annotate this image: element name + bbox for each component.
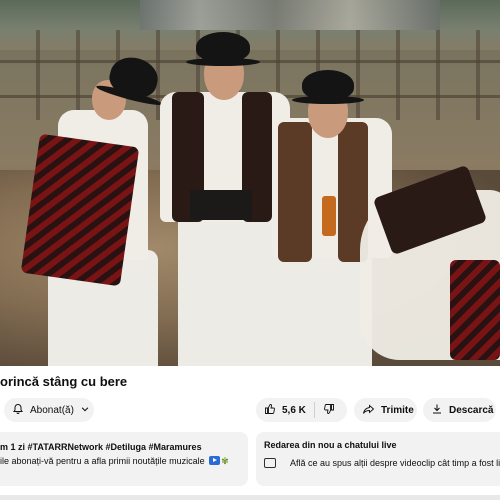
description-text-line: ile abonați-vă pentru a afla primii nout…	[0, 454, 242, 468]
description-box[interactable]: m 1 zi #TATARRNetwork #Detiluga #Maramur…	[0, 432, 248, 486]
live-chat-replay-box[interactable]: Redarea din nou a chatului live Află ce …	[256, 432, 500, 486]
like-dislike-group: 5,6 K	[256, 398, 347, 422]
video-background-houses	[140, 0, 440, 30]
chat-replay-text: Află ce au spus alții despre videoclip c…	[290, 458, 500, 468]
beer-bottle	[322, 196, 336, 236]
upload-date: m 1 zi	[0, 442, 26, 452]
hashtags[interactable]: #TATARRNetwork #Detiluga #Maramures	[28, 442, 202, 452]
share-label: Trimite	[381, 404, 414, 416]
thumbs-up-icon[interactable]	[264, 403, 276, 417]
chat-bubble-icon	[264, 458, 276, 468]
bottom-divider	[0, 495, 500, 500]
video-player[interactable]	[0, 0, 500, 366]
chevron-down-icon	[80, 404, 90, 416]
description-text: ile abonați-vă pentru a afla primii nout…	[0, 456, 205, 466]
bell-icon	[12, 403, 24, 417]
download-button[interactable]: Descarcă	[423, 398, 496, 422]
thumbs-down-icon[interactable]	[323, 403, 335, 417]
chat-replay-title: Redarea din nou a chatului live	[264, 440, 397, 450]
like-count[interactable]: 5,6 K	[282, 405, 306, 416]
share-arrow-icon	[362, 403, 375, 417]
play-button-emoji-icon	[209, 456, 221, 465]
subscribe-label: Abonat(ă)	[30, 404, 74, 416]
chat-replay-row[interactable]: Află ce au spus alții despre videoclip c…	[264, 458, 500, 468]
share-button[interactable]: Trimite	[354, 398, 417, 422]
flower-emoji-icon: ✾	[221, 456, 229, 466]
download-icon	[431, 403, 443, 417]
download-label: Descarcă	[449, 404, 494, 416]
video-title: orincă stâng cu bere	[0, 374, 128, 389]
like-divider	[313, 402, 315, 418]
description-meta: m 1 zi #TATARRNetwork #Detiluga #Maramur…	[0, 440, 242, 454]
subscribed-button[interactable]: Abonat(ă)	[4, 398, 94, 422]
